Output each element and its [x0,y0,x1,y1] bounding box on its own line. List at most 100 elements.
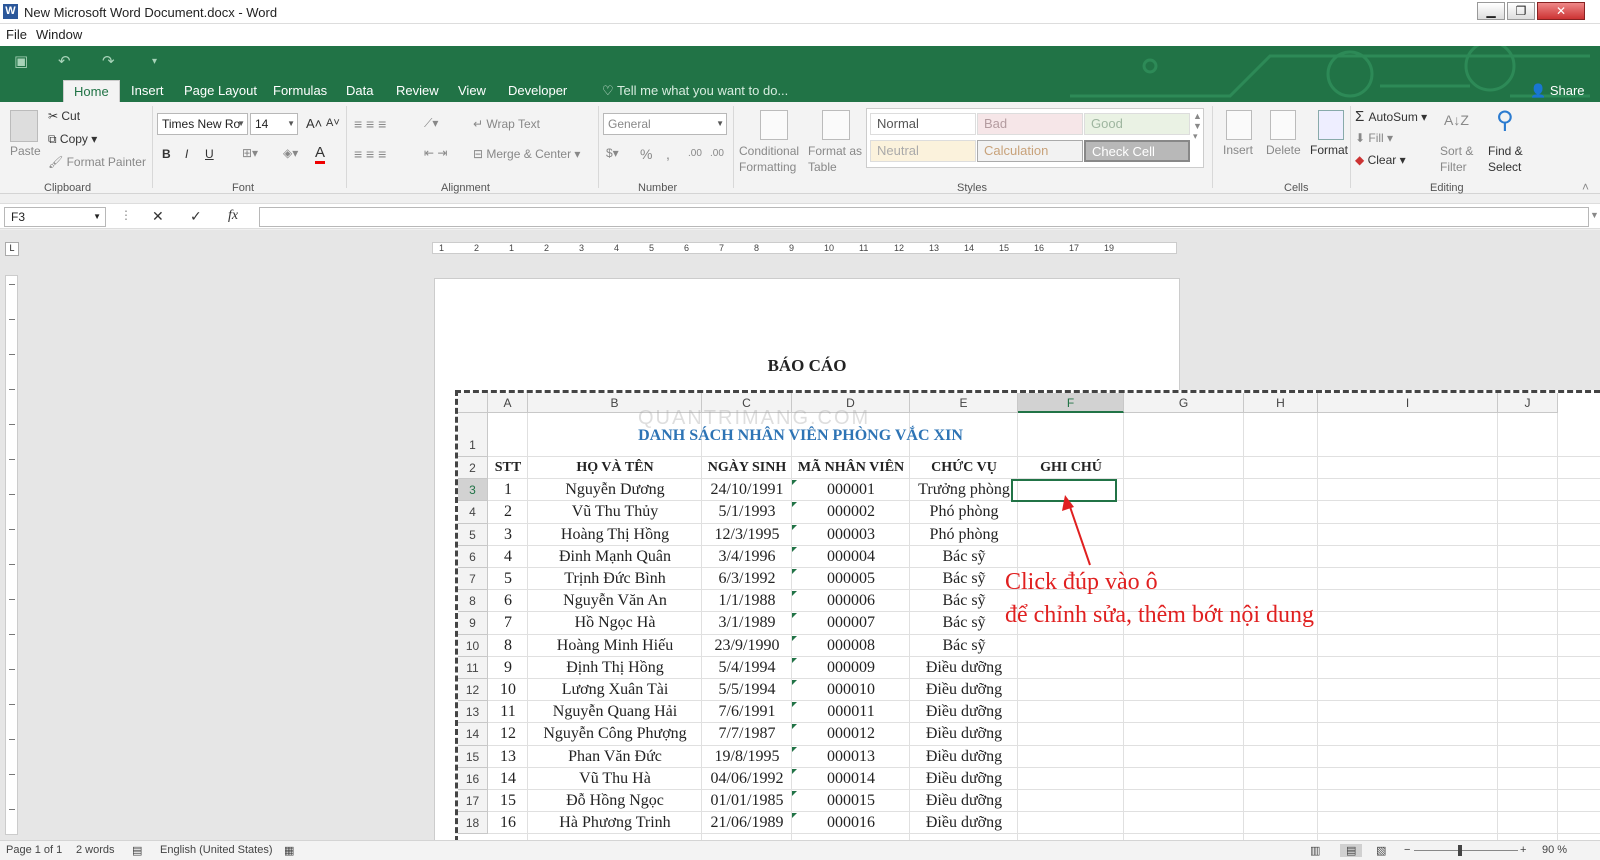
expand-formula-icon[interactable]: ▼ [1590,210,1599,220]
indent-icon[interactable]: ⇤ ⇥ [424,146,447,160]
page-count[interactable]: Page 1 of 1 [6,844,62,856]
table-cell[interactable]: 000008 [792,635,910,657]
orientation-icon[interactable]: ⟋▾ [424,116,438,131]
table-cell[interactable]: 000003 [792,524,910,546]
number-format-combo[interactable]: General ▼ [603,113,727,135]
row-header-8[interactable]: 8 [458,590,488,613]
share-button[interactable]: 👤 Share [1530,80,1585,102]
proofing-icon[interactable]: ▤ [132,844,142,857]
zoom-in-icon[interactable]: + [1520,844,1526,856]
gallery-scroll-icon[interactable]: ▲ ▼ ▾ [1193,111,1202,142]
row-header-1[interactable]: 1 [458,413,488,457]
format-painter-button[interactable]: 🖌 Format Painter [48,155,146,169]
comma-button[interactable]: , [666,146,670,162]
table-cell[interactable]: Bác sỹ [910,568,1018,590]
table-cell[interactable]: 01/01/1985 [702,790,792,812]
tab-stop-selector[interactable]: L [5,242,19,256]
row-header-15[interactable]: 15 [458,745,488,768]
sort-filter-button[interactable]: Sort & Filter [1440,143,1480,175]
table-cell[interactable]: Bác sỹ [910,612,1018,634]
table-cell[interactable]: Hoàng Thị Hồng [528,524,702,546]
table-cell[interactable]: 000006 [792,590,910,612]
table-cell[interactable]: 10 [488,679,528,701]
row-header-18[interactable]: 18 [458,812,488,835]
sort-filter-icon[interactable]: A↓Z [1444,112,1469,128]
table-cell[interactable]: 000011 [792,701,910,723]
table-cell[interactable]: 8 [488,635,528,657]
table-cell[interactable]: 000014 [792,768,910,790]
insert-cells-icon[interactable] [1226,110,1252,140]
table-cell[interactable]: Trưởng phòng [910,479,1018,501]
table-cell[interactable]: 12/3/1995 [702,524,792,546]
row-header-17[interactable]: 17 [458,790,488,813]
table-cell[interactable]: 19/8/1995 [702,746,792,768]
tell-me-box[interactable]: ♡ Tell me what you want to do... [602,80,788,102]
header-cell[interactable]: NGÀY SINH [702,457,792,479]
table-cell[interactable]: 2 [488,501,528,523]
web-layout-icon[interactable]: ▧ [1376,844,1386,857]
table-cell[interactable]: Hà Phương Trinh [528,812,702,834]
table-cell[interactable]: 000001 [792,479,910,501]
tab-review[interactable]: Review [386,80,449,102]
table-cell[interactable]: 5/1/1993 [702,501,792,523]
table-cell[interactable]: 000013 [792,746,910,768]
table-cell[interactable]: 000012 [792,723,910,745]
table-cell[interactable]: 000007 [792,612,910,634]
table-cell[interactable]: Nguyễn Văn An [528,590,702,612]
insert-cells-button[interactable]: Insert [1223,143,1253,157]
style-good[interactable]: Good [1084,113,1190,135]
currency-icon[interactable]: $▾ [606,146,619,160]
enter-check-icon[interactable]: ✓ [190,208,202,225]
read-mode-icon[interactable]: ▥ [1310,844,1320,857]
menu-file[interactable]: File [6,27,27,42]
table-cell[interactable]: Điều dưỡng [910,790,1018,812]
table-cell[interactable]: Hồ Ngọc Hà [528,612,702,634]
table-cell[interactable]: 000004 [792,546,910,568]
column-header-e[interactable]: E [910,393,1018,413]
table-cell[interactable]: 000005 [792,568,910,590]
table-cell[interactable]: Đinh Mạnh Quân [528,546,702,568]
table-cell[interactable]: Vũ Thu Thủy [528,501,702,523]
font-color-button[interactable]: A [315,144,326,164]
close-button[interactable]: ✕ [1537,2,1585,20]
table-cell[interactable]: Điều dưỡng [910,812,1018,834]
table-cell[interactable]: Bác sỹ [910,635,1018,657]
table-cell[interactable]: Điều dưỡng [910,723,1018,745]
table-cell[interactable]: Hoàng Minh Hiếu [528,635,702,657]
row-header-9[interactable]: 9 [458,612,488,635]
decrease-decimal-button[interactable]: .00 [710,148,724,159]
undo-icon[interactable]: ↶ [58,52,71,70]
restore-button[interactable]: ❐ [1507,2,1535,20]
tab-data[interactable]: Data [336,80,383,102]
table-cell[interactable]: 3/1/1989 [702,612,792,634]
table-cell[interactable]: 5/5/1994 [702,679,792,701]
find-select-button[interactable]: Find & Select [1488,143,1534,175]
delete-cells-icon[interactable] [1270,110,1296,140]
table-cell[interactable]: Điều dưỡng [910,679,1018,701]
word-count[interactable]: 2 words [76,844,115,856]
paste-button[interactable]: Paste [10,144,41,158]
autosum-button[interactable]: Σ AutoSum ▾ [1355,108,1427,125]
style-calculation[interactable]: Calculation [977,140,1083,162]
table-cell[interactable]: Nguyễn Quang Hải [528,701,702,723]
table-cell[interactable]: 24/10/1991 [702,479,792,501]
row-header-6[interactable]: 6 [458,545,488,568]
table-cell[interactable]: 1/1/1988 [702,590,792,612]
table-cell[interactable]: 6 [488,590,528,612]
row-header-13[interactable]: 13 [458,701,488,724]
formula-input[interactable] [259,207,1589,227]
redo-icon[interactable]: ↷ [102,52,115,70]
table-cell[interactable]: 000016 [792,812,910,834]
table-cell[interactable]: Nguyễn Công Phượng [528,723,702,745]
tab-developer[interactable]: Developer [498,80,577,102]
tab-formulas[interactable]: Formulas [263,80,337,102]
column-header-f[interactable]: F [1018,393,1124,413]
align-top-icon[interactable]: ≡ ≡ ≡ [354,116,386,132]
table-cell[interactable]: 7/6/1991 [702,701,792,723]
merge-center-button[interactable]: ⊟ Merge & Center ▾ [473,147,580,161]
row-header-3[interactable]: 3 [458,479,488,502]
table-cell[interactable]: Điều dưỡng [910,701,1018,723]
fill-button[interactable]: ⬇ Fill ▾ [1355,131,1393,145]
customize-toolbar-icon[interactable]: ▾ [152,56,157,67]
table-cell[interactable]: Bác sỹ [910,546,1018,568]
